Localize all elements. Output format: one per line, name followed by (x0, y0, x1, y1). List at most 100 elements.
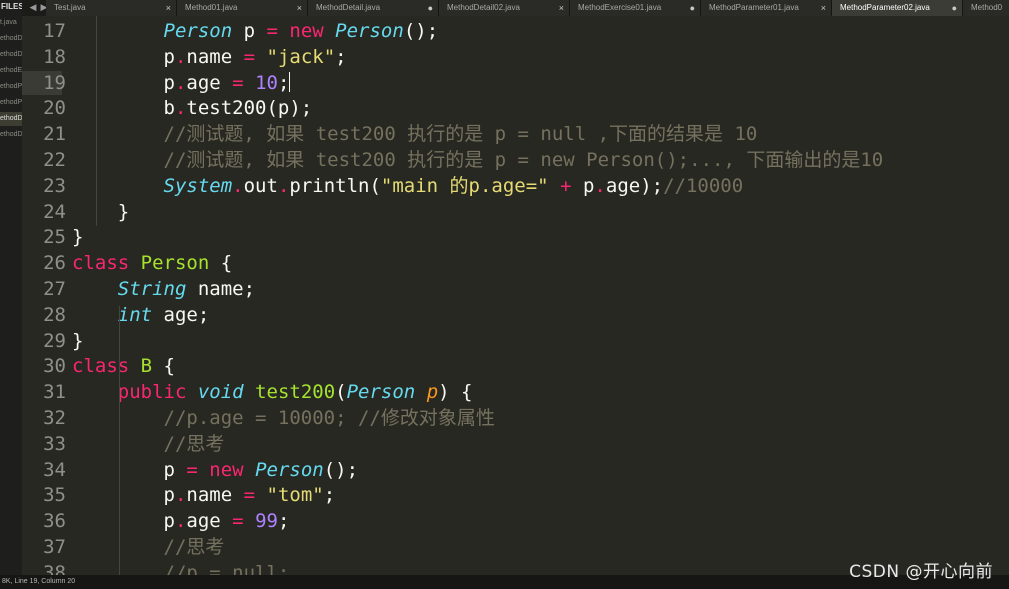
code-text: } (72, 226, 84, 249)
sidebar-file-item[interactable]: ethodP (0, 96, 22, 110)
text-caret (289, 71, 291, 92)
unsaved-dot-icon[interactable]: ● (690, 0, 695, 16)
close-icon[interactable]: × (166, 0, 171, 16)
tab-bar: ◀ ▶ Test.java × Method01.java × MethodDetail… (22, 0, 1009, 16)
code-text: class B { (72, 355, 175, 378)
tab-label: Test.java (54, 3, 86, 12)
code-line[interactable]: 25} (22, 224, 1009, 250)
line-number: 33 (43, 432, 66, 455)
sidebar-header: FILES (1, 2, 22, 11)
code-text: p = new Person(); (72, 458, 359, 481)
sidebar-file-item[interactable]: t.java (0, 16, 22, 30)
code-text: p.name = "jack"; (72, 45, 347, 68)
code-line[interactable]: 22 //测试题, 如果 test200 执行的是 p = new Person… (22, 147, 1009, 173)
sidebar-file-item[interactable]: ethodP (0, 80, 22, 94)
line-number: 30 (43, 355, 66, 378)
code-line[interactable]: 30 class B { (22, 353, 1009, 379)
sidebar-file-item[interactable]: ethodD (0, 112, 22, 126)
line-number: 35 (43, 484, 66, 507)
close-icon[interactable]: × (821, 0, 826, 16)
tab-method0[interactable]: Method0 (963, 0, 1009, 16)
code-text: //思考 (163, 536, 225, 558)
tab-label: Method01.java (185, 3, 238, 12)
tab-test-java[interactable]: Test.java × (46, 0, 177, 16)
line-number: 29 (43, 329, 66, 352)
indent-guide (96, 16, 97, 226)
code-text: } (72, 200, 130, 223)
code-line[interactable]: 29} (22, 328, 1009, 354)
code-line[interactable]: 26 class Person { (22, 250, 1009, 276)
tab-methodparameter01-java[interactable]: MethodParameter01.java × (701, 0, 832, 16)
tab-label: MethodDetail.java (316, 3, 381, 12)
code-text: p.name = "tom"; (72, 484, 336, 507)
indent-guide (119, 306, 120, 575)
line-number: 18 (43, 45, 66, 68)
sidebar-file-item[interactable]: ethodD (0, 32, 22, 46)
code-text: p.age = 99; (72, 510, 290, 533)
code-line[interactable]: 21 //测试题, 如果 test200 执行的是 p = null ,下面的结… (22, 121, 1009, 147)
line-number: 20 (43, 97, 66, 120)
close-icon[interactable]: × (559, 0, 564, 16)
line-number: 38 (43, 561, 66, 575)
line-number: 24 (43, 200, 66, 223)
line-number: 28 (43, 303, 66, 326)
code-line[interactable]: 17 Person p = new Person(); (22, 18, 1009, 44)
tab-methoddetail-java[interactable]: MethodDetail.java ● (308, 0, 439, 16)
code-text: Person p = new Person(); (163, 20, 439, 42)
line-number: 37 (43, 536, 66, 558)
code-line[interactable]: 23 System.out.println("main 的p.age=" + p… (22, 173, 1009, 199)
sidebar-file-item[interactable]: ethodE (0, 64, 22, 78)
code-line[interactable]: 20 b.test200(p); (22, 95, 1009, 121)
code-text: String name; (117, 278, 256, 300)
code-text: //思考 (163, 432, 225, 455)
line-number: 21 (43, 123, 66, 146)
line-number: 31 (43, 381, 66, 404)
unsaved-dot-icon[interactable]: ● (428, 0, 433, 16)
code-text: b.test200(p); (72, 97, 313, 120)
close-icon[interactable]: × (297, 0, 302, 16)
code-text: //p = null; (163, 561, 290, 575)
code-line[interactable]: 24 } (22, 199, 1009, 225)
line-number: 19 (43, 71, 66, 94)
code-text: class Person { (72, 252, 233, 275)
unsaved-dot-icon[interactable]: ● (952, 0, 957, 16)
tab-methodexercise01-java[interactable]: MethodExercise01.java ● (570, 0, 701, 16)
line-number: 36 (43, 510, 66, 533)
tab-label: MethodDetail02.java (447, 3, 520, 12)
csdn-watermark: CSDN @开心向前 (849, 562, 993, 582)
code-text: } (72, 329, 84, 352)
line-number: 32 (43, 407, 66, 429)
line-number: 27 (43, 278, 66, 300)
code-line[interactable]: 36 p.age = 99; (22, 508, 1009, 534)
code-editor[interactable]: 17 Person p = new Person(); 18 p.name = "… (22, 16, 1009, 575)
file-sidebar: FILES t.java ethodD ethodD ethodE ethodP etho… (0, 0, 22, 575)
code-line[interactable]: 19 p.age = 10; (22, 70, 1009, 96)
tab-methodparameter02-java[interactable]: MethodParameter02.java ● (832, 0, 963, 16)
code-text: public void test200(Person p) { (117, 381, 473, 404)
code-line[interactable]: 28 int age; (22, 302, 1009, 328)
line-number: 25 (43, 226, 66, 249)
code-line[interactable]: 34 p = new Person(); (22, 457, 1009, 483)
line-number: 22 (43, 149, 66, 171)
code-text: System.out.println("main 的p.age=" + p.ag… (163, 174, 744, 197)
code-text: int age; (117, 303, 210, 326)
line-number: 26 (43, 252, 66, 275)
tab-label: MethodParameter01.java (709, 3, 799, 12)
sidebar-file-item[interactable]: ethodD (0, 128, 22, 142)
tab-label: MethodParameter02.java (840, 3, 930, 12)
code-line[interactable]: 33 //思考 (22, 431, 1009, 457)
code-text: p.age = 10; (72, 71, 291, 94)
sidebar-file-item[interactable]: ethodD (0, 48, 22, 62)
line-number: 34 (43, 458, 66, 481)
code-text: //测试题, 如果 test200 执行的是 p = null ,下面的结果是 … (163, 123, 758, 146)
code-line[interactable]: 31 public void test200(Person p) { (22, 379, 1009, 405)
line-number: 23 (43, 174, 66, 197)
tab-method01-java[interactable]: Method01.java × (177, 0, 308, 16)
code-line[interactable]: 32 //p.age = 10000; //修改对象属性 (22, 405, 1009, 431)
code-text: //p.age = 10000; //修改对象属性 (163, 407, 495, 429)
code-line[interactable]: 18 p.name = "jack"; (22, 44, 1009, 70)
tab-methoddetail02-java[interactable]: MethodDetail02.java × (439, 0, 570, 16)
tab-label: Method0 (971, 3, 1003, 12)
code-line[interactable]: 27 String name; (22, 276, 1009, 302)
code-line[interactable]: 35 p.name = "tom"; (22, 482, 1009, 508)
